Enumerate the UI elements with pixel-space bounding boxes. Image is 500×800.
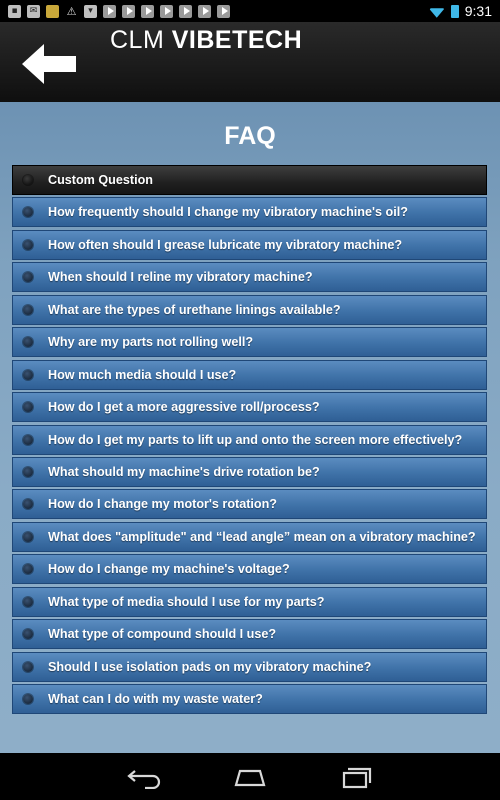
- faq-item[interactable]: How do I get a more aggressive roll/proc…: [12, 392, 487, 423]
- bullet-icon: [23, 207, 33, 218]
- faq-item[interactable]: How do I change my motor's rotation?: [12, 489, 487, 520]
- bullet-icon: [23, 499, 33, 510]
- faq-item-label: What type of media should I use for my p…: [48, 594, 325, 609]
- faq-item-custom-question[interactable]: Custom Question: [12, 165, 487, 195]
- faq-item[interactable]: How frequently should I change my vibrat…: [12, 197, 487, 228]
- media-icon: [103, 4, 116, 18]
- recent-apps-nav-button[interactable]: [336, 765, 376, 789]
- faq-item-label: Should I use isolation pads on my vibrat…: [48, 659, 372, 674]
- download-icon: ▾: [84, 4, 97, 18]
- faq-item-label: Custom Question: [48, 173, 153, 187]
- faq-item[interactable]: How much media should I use?: [12, 359, 487, 390]
- notification-icon: ▪: [8, 4, 21, 18]
- app-title-bold: VIBETECH: [171, 26, 303, 54]
- media-icon: [179, 4, 192, 18]
- page-title: FAQ: [224, 122, 276, 150]
- bullet-icon: [23, 337, 33, 348]
- faq-item-label: How do I get a more aggressive roll/proc…: [48, 400, 320, 415]
- bullet-icon: [23, 661, 33, 672]
- recent-apps-icon: [342, 767, 372, 789]
- home-nav-button[interactable]: [230, 765, 270, 789]
- faq-item[interactable]: What should my machine's drive rotation …: [12, 456, 487, 487]
- app-title-prefix: CLM: [110, 26, 165, 54]
- status-bar: ▪ ✉ ⚠ ▾ 9:31: [0, 0, 500, 22]
- clock: 9:31: [464, 3, 492, 19]
- back-button[interactable]: [22, 44, 76, 84]
- warning-icon: ⚠: [66, 4, 77, 18]
- media-icon: [141, 4, 154, 18]
- faq-item-label: What does "amplitude" and “lead angle” m…: [48, 529, 476, 544]
- faq-item-label: When should I reline my vibratory machin…: [48, 270, 313, 285]
- faq-item[interactable]: How do I get my parts to lift up and ont…: [12, 424, 487, 455]
- bullet-icon: [23, 272, 33, 283]
- faq-item[interactable]: Why are my parts not rolling well?: [12, 327, 487, 358]
- faq-item-label: How do I change my machine's voltage?: [48, 562, 290, 577]
- faq-item[interactable]: Should I use isolation pads on my vibrat…: [12, 651, 487, 682]
- mail-icon: ✉: [27, 4, 40, 18]
- bullet-icon: [23, 175, 33, 185]
- faq-item[interactable]: What can I do with my waste water?: [12, 684, 487, 714]
- back-nav-button[interactable]: [125, 765, 165, 790]
- faq-item-label: How often should I grease lubricate my v…: [48, 237, 403, 252]
- bullet-icon: [23, 694, 33, 704]
- media-icon: [122, 4, 135, 18]
- media-icon: [160, 4, 173, 18]
- faq-item[interactable]: What type of compound should I use?: [12, 619, 487, 650]
- faq-screen: FAQ Custom Question How frequently shoul…: [0, 102, 500, 753]
- faq-item[interactable]: How do I change my machine's voltage?: [12, 554, 487, 585]
- faq-item-label: Why are my parts not rolling well?: [48, 335, 254, 350]
- bullet-icon: [23, 239, 33, 250]
- bullet-icon: [23, 531, 33, 542]
- navigation-bar: [0, 753, 500, 800]
- faq-item-label: How do I change my motor's rotation?: [48, 497, 277, 512]
- faq-item-label: What can I do with my waste water?: [48, 692, 263, 706]
- bullet-icon: [23, 596, 33, 607]
- faq-item[interactable]: What are the types of urethane linings a…: [12, 294, 487, 325]
- faq-item-label: What are the types of urethane linings a…: [48, 302, 341, 317]
- bullet-icon: [23, 629, 33, 640]
- bullet-icon: [23, 434, 33, 445]
- faq-item[interactable]: When should I reline my vibratory machin…: [12, 262, 487, 293]
- app-header: CLM VIBETECH: [0, 22, 500, 103]
- back-nav-icon: [127, 770, 161, 790]
- faq-item[interactable]: What type of media should I use for my p…: [12, 586, 487, 617]
- wifi-icon: [429, 5, 445, 17]
- bullet-icon: [23, 369, 33, 380]
- faq-item[interactable]: What does "amplitude" and “lead angle” m…: [12, 521, 487, 552]
- back-arrow-icon: [22, 44, 76, 84]
- battery-icon: [450, 4, 459, 18]
- faq-list: Custom Question How frequently should I …: [12, 165, 487, 716]
- faq-item-label: How frequently should I change my vibrat…: [48, 205, 408, 220]
- home-nav-icon: [234, 769, 266, 787]
- bullet-icon: [23, 564, 33, 575]
- app-title: CLM VIBETECH: [110, 26, 302, 55]
- bullet-icon: [23, 402, 33, 413]
- bullet-icon: [23, 466, 33, 477]
- faq-item-label: How much media should I use?: [48, 367, 237, 382]
- image-icon: [46, 4, 59, 18]
- notification-icons: ▪ ✉ ⚠ ▾: [0, 4, 230, 18]
- media-icon: [198, 4, 211, 18]
- faq-item-label: How do I get my parts to lift up and ont…: [48, 432, 463, 447]
- faq-item-label: What should my machine's drive rotation …: [48, 464, 320, 479]
- faq-item-label: What type of compound should I use?: [48, 627, 277, 642]
- bullet-icon: [23, 304, 33, 315]
- faq-item[interactable]: How often should I grease lubricate my v…: [12, 229, 487, 260]
- media-icon: [217, 4, 230, 18]
- system-icons: 9:31: [429, 3, 500, 19]
